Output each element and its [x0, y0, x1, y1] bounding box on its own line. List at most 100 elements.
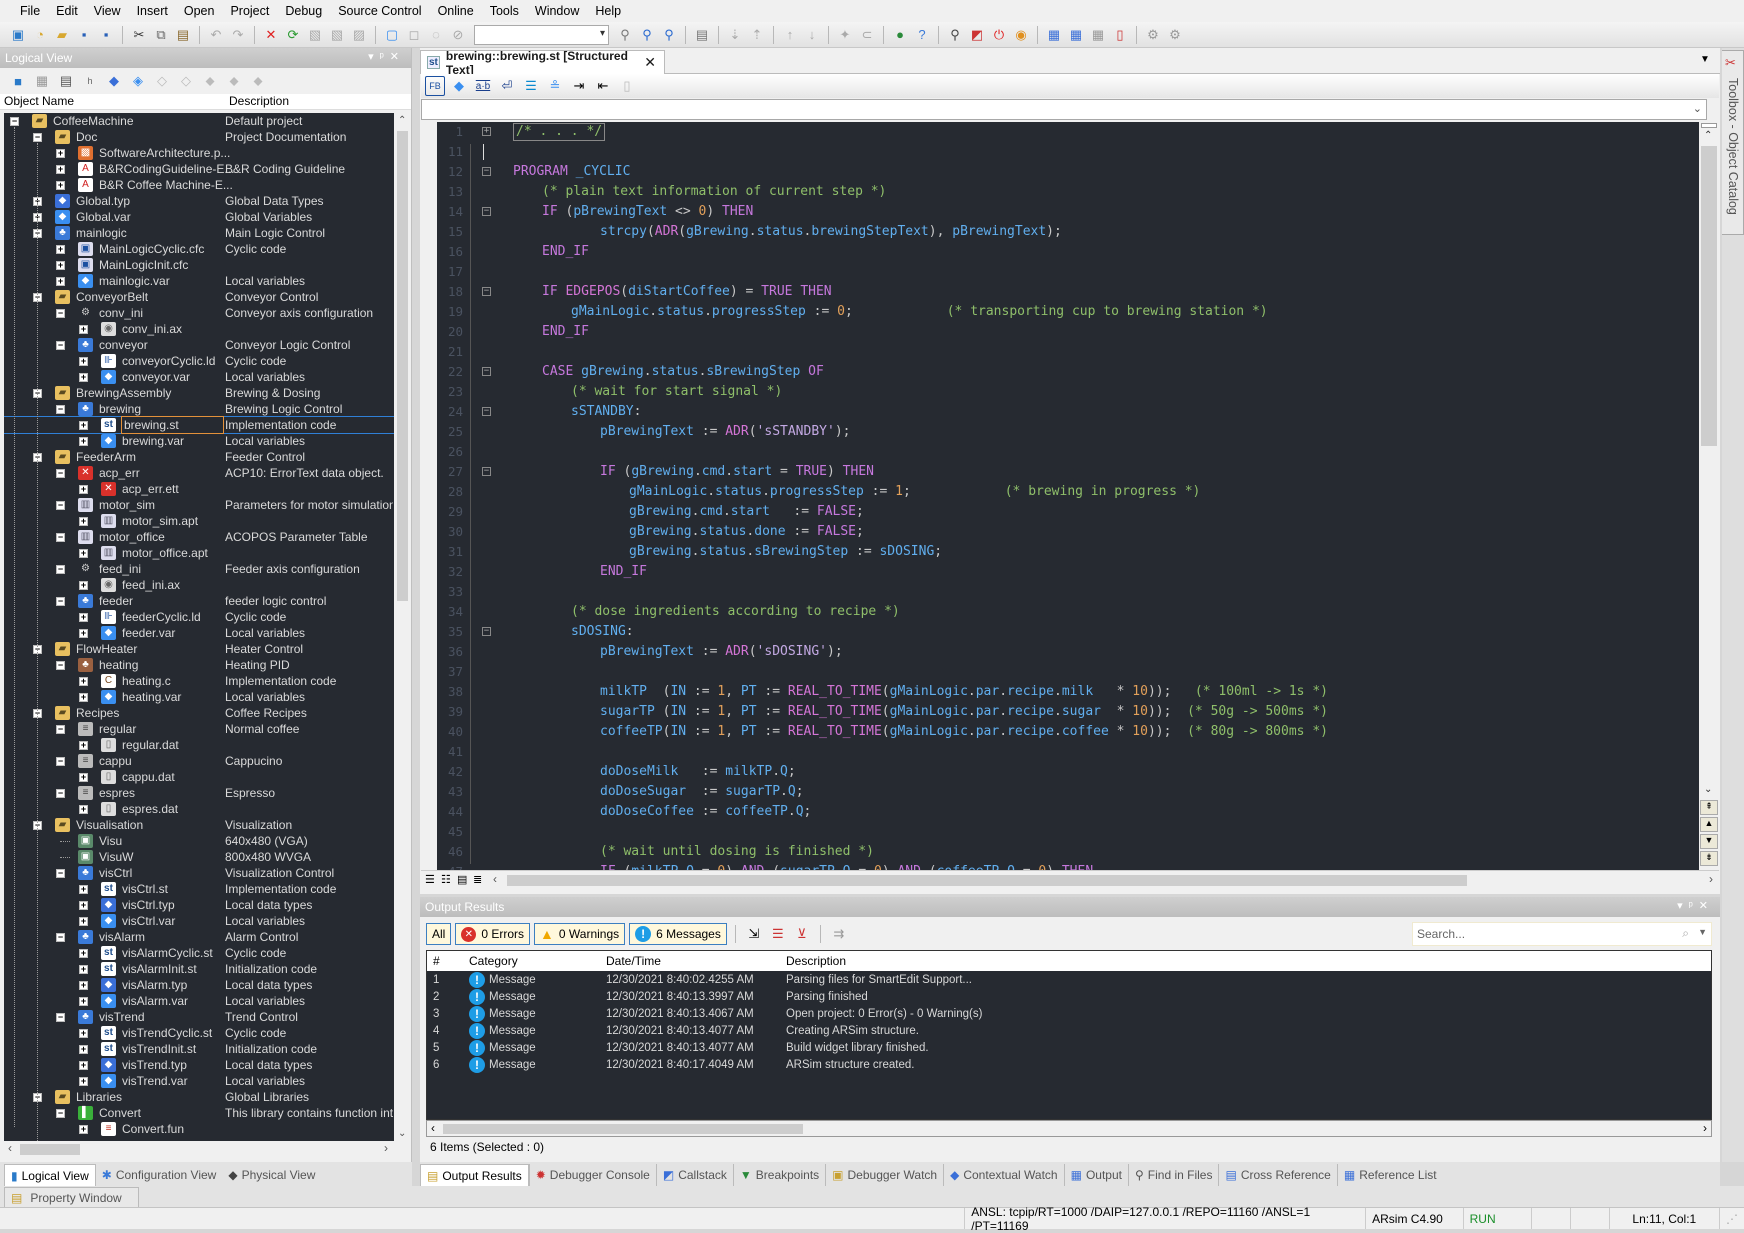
- code-line[interactable]: 19 gMainLogic.status.progressStep := 0; (…: [437, 302, 1697, 322]
- copy-icon[interactable]: ⧉: [151, 25, 171, 45]
- collapse-icon[interactable]: −: [56, 341, 65, 350]
- scroll-top-icon[interactable]: ⇞: [1700, 800, 1718, 815]
- code-line[interactable]: 14 − IF (pBrewingText <> 0) THEN: [437, 202, 1697, 222]
- paste-icon[interactable]: ▤: [173, 25, 193, 45]
- collapse-fold-icon[interactable]: −: [482, 367, 491, 376]
- settings2-icon[interactable]: ⚙: [1165, 25, 1185, 45]
- menu-tools[interactable]: Tools: [482, 4, 527, 18]
- split-view-icon[interactable]: ☷: [441, 873, 451, 886]
- collapse-icon[interactable]: −: [56, 725, 65, 734]
- comment-delete-icon[interactable]: ⊘: [448, 25, 468, 45]
- tree-item[interactable]: − ▥ motor_sim Parameters for motor simulati…: [4, 497, 394, 513]
- tree-horizontal-scrollbar[interactable]: ‹ ›: [4, 1141, 394, 1158]
- code-line[interactable]: 25 pBrewingText := ADR('sSTANDBY');: [437, 422, 1697, 442]
- undo-icon[interactable]: ↶: [206, 25, 226, 45]
- tab-cross-reference[interactable]: ▤ Cross Reference: [1218, 1164, 1336, 1186]
- expand-icon[interactable]: +: [79, 917, 88, 926]
- globe-icon[interactable]: ●: [890, 25, 910, 45]
- code-line[interactable]: 23 (* wait for start signal *): [437, 382, 1697, 402]
- panel-menu-icon[interactable]: ▾: [1677, 900, 1689, 912]
- grid2-icon[interactable]: ▦: [1066, 25, 1086, 45]
- clear-filter-icon[interactable]: ⊻: [792, 924, 812, 944]
- expand-icon[interactable]: +: [79, 949, 88, 958]
- tree-item[interactable]: − ▰ Visualisation Visualization: [4, 817, 394, 833]
- tree-item[interactable]: + ◆ visTrend.typ Local data types: [4, 1057, 394, 1073]
- expand-fold-icon[interactable]: +: [482, 127, 491, 136]
- find-prev-icon[interactable]: ⚲: [659, 25, 679, 45]
- resize-grip-icon[interactable]: ⋰: [1719, 1208, 1744, 1229]
- tree-item[interactable]: + ▣ MainLogicCyclic.cfc Cyclic code: [4, 241, 394, 257]
- find-icon[interactable]: ⚲: [615, 25, 635, 45]
- menu-online[interactable]: Online: [430, 4, 482, 18]
- expand-icon[interactable]: +: [79, 1045, 88, 1054]
- code-line[interactable]: 20 END_IF: [437, 322, 1697, 342]
- autocomplete-icon[interactable]: a·b: [473, 76, 493, 96]
- clear-list-icon[interactable]: ☰: [768, 924, 788, 944]
- menu-debug[interactable]: Debug: [277, 4, 330, 18]
- tree-item[interactable]: + ◆ visTrend.var Local variables: [4, 1073, 394, 1089]
- outdent-icon[interactable]: ⇤: [593, 76, 613, 96]
- refresh-icon[interactable]: ⟳: [283, 25, 303, 45]
- tree-item[interactable]: − ▰ CoffeeMachine Default project: [4, 113, 394, 129]
- expand-icon[interactable]: +: [79, 357, 88, 366]
- expand-icon[interactable]: +: [79, 1125, 88, 1134]
- collapse-icon[interactable]: −: [56, 1013, 65, 1022]
- expand-icon[interactable]: +: [56, 277, 65, 286]
- column-datetime[interactable]: Date/Time: [600, 954, 780, 968]
- settings-icon[interactable]: ⚙: [1143, 25, 1163, 45]
- tab-debugger-console[interactable]: ✹ Debugger Console: [528, 1164, 656, 1186]
- tree-item[interactable]: + ⊪ conveyorCyclic.ld Cyclic code: [4, 353, 394, 369]
- menu-insert[interactable]: Insert: [129, 4, 176, 18]
- expand-icon[interactable]: +: [56, 165, 65, 174]
- tree-item[interactable]: − ≡ regular Normal coffee: [4, 721, 394, 737]
- expand-icon[interactable]: +: [79, 901, 88, 910]
- column-number[interactable]: #: [427, 954, 465, 968]
- align-icon[interactable]: ☰: [521, 76, 541, 96]
- link-icon[interactable]: ⊂: [857, 25, 877, 45]
- tree-item[interactable]: ▣ VisuW 800x480 WVGA: [4, 849, 394, 865]
- collapse-icon[interactable]: −: [56, 933, 65, 942]
- document-tab[interactable]: st brewing::brewing.st [Structured Text]…: [420, 49, 665, 77]
- export-icon[interactable]: ⇉: [829, 924, 849, 944]
- collapse-icon[interactable]: −: [56, 469, 65, 478]
- rect-icon[interactable]: ▢: [382, 25, 402, 45]
- tree-item[interactable]: + ◆ heating.var Local variables: [4, 689, 394, 705]
- code-line[interactable]: 41: [437, 742, 1697, 762]
- tree-item[interactable]: + ▣ MainLogicInit.cfc: [4, 257, 394, 273]
- code-line[interactable]: 33: [437, 582, 1697, 602]
- tree-item[interactable]: + ⊪ feederCyclic.ld Cyclic code: [4, 609, 394, 625]
- grid-icon[interactable]: ▦: [1044, 25, 1064, 45]
- code-line[interactable]: 44 doDoseCoffee := coffeeTP.Q;: [437, 802, 1697, 822]
- code-line[interactable]: 37: [437, 662, 1697, 682]
- tree-item[interactable]: − ▰ Doc Project Documentation: [4, 129, 394, 145]
- tree-item[interactable]: − ▰ Libraries Global Libraries: [4, 1089, 394, 1105]
- sort-asc-icon[interactable]: ⇣: [725, 25, 745, 45]
- expand-icon[interactable]: +: [79, 885, 88, 894]
- code-line[interactable]: 15 strcpy(ADR(gBrewing.status.brewingStep…: [437, 222, 1697, 242]
- online-icon[interactable]: ◩: [967, 25, 987, 45]
- tree-item[interactable]: − ≡ cappu Cappucino: [4, 753, 394, 769]
- expand-icon[interactable]: +: [56, 245, 65, 254]
- tree-item[interactable]: + ◆ Global.typ Global Data Types: [4, 193, 394, 209]
- code-line[interactable]: 21: [437, 342, 1697, 362]
- menu-help[interactable]: Help: [587, 4, 629, 18]
- tree-item[interactable]: − ✕ acp_err ACP10: ErrorText data object.: [4, 465, 394, 481]
- collapse-icon[interactable]: −: [56, 789, 65, 798]
- tree-item[interactable]: − ♣ visCtrl Visualization Control: [4, 865, 394, 881]
- code-navigation-combo[interactable]: ⌄: [421, 99, 1707, 120]
- filter-warnings-button[interactable]: ▲ 0 Warnings: [534, 923, 626, 945]
- traffic-light-icon[interactable]: ◉: [1011, 25, 1031, 45]
- tab-debugger-watch[interactable]: ▣ Debugger Watch: [825, 1164, 943, 1186]
- column-object-name[interactable]: Object Name: [0, 94, 225, 109]
- code-line[interactable]: 38 milkTP (IN := 1, PT := REAL_TO_TIME(gM…: [437, 682, 1697, 702]
- tree-item[interactable]: − ♣ conveyor Conveyor Logic Control: [4, 337, 394, 353]
- tree-item[interactable]: − ♣ feeder feeder logic control: [4, 593, 394, 609]
- tree-item[interactable]: + st visAlarmCyclic.st Cyclic code: [4, 945, 394, 961]
- cut-icon[interactable]: ✂: [129, 25, 149, 45]
- chevron-down-icon[interactable]: ⌄: [1693, 102, 1702, 115]
- expand-icon[interactable]: +: [56, 149, 65, 158]
- collapse-icon[interactable]: −: [56, 757, 65, 766]
- tree-item[interactable]: + ▯ cappu.dat: [4, 769, 394, 785]
- tree-item[interactable]: − ▰ ConveyorBelt Conveyor Control: [4, 289, 394, 305]
- grid-delete-icon[interactable]: ▦: [1088, 25, 1108, 45]
